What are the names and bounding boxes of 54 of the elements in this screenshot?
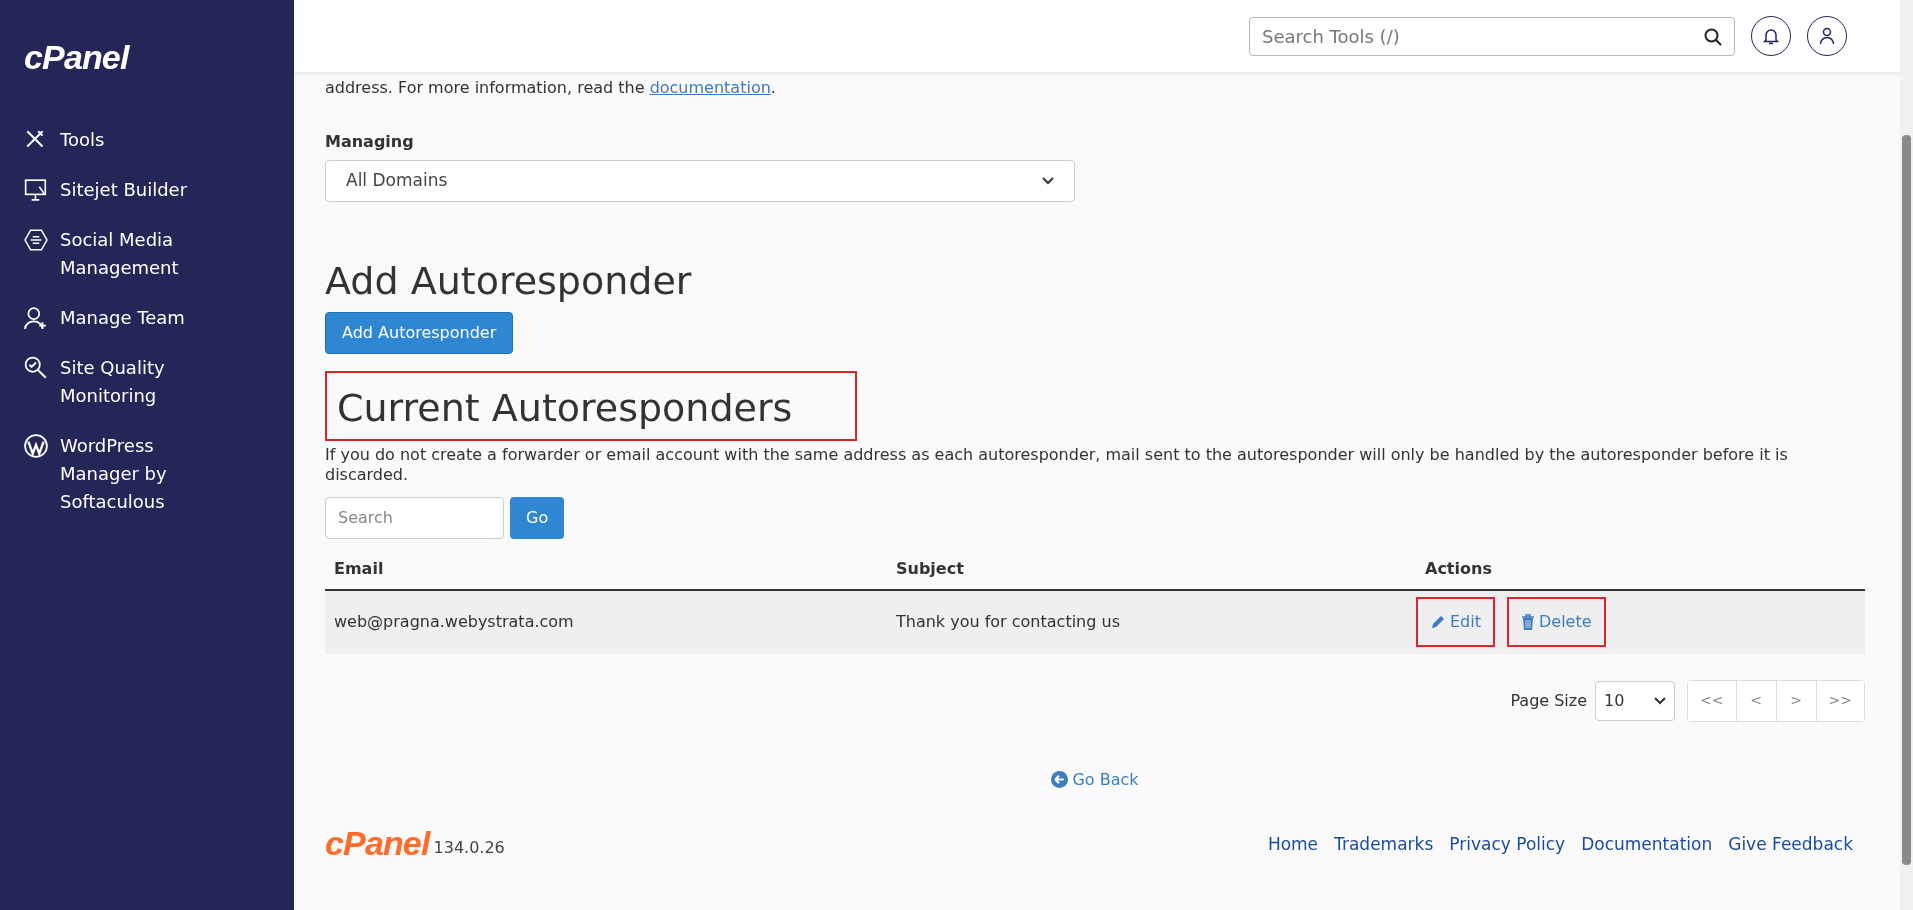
sidebar-item[interactable]: Sitejet Builder xyxy=(24,176,270,204)
go-back-link[interactable]: Go Back xyxy=(1051,767,1139,792)
description-text: If you do not create a forwarder or email account with the same address as each autoresponder, mail sent to the autoresponder will only be handled by the autoresponder before it is discarded. xyxy=(325,444,1789,485)
edit-link[interactable]: Edit xyxy=(1416,597,1495,647)
table-cell: web@pragna.webystrata.com xyxy=(325,589,887,654)
pencil-icon xyxy=(1430,614,1446,630)
cpanel-logo: cPanel xyxy=(325,825,430,860)
user-icon xyxy=(1819,27,1835,45)
search-icon xyxy=(1703,26,1723,47)
column-header: Email xyxy=(325,548,887,590)
search-tools-field[interactable]: Search Tools (/) xyxy=(1249,16,1735,56)
table-cell: Thank you for contacting us xyxy=(887,589,1416,654)
managing-label: Managing xyxy=(325,131,415,153)
back-arrow-icon xyxy=(1051,771,1069,788)
sidebar-item[interactable]: Manage Team xyxy=(24,304,270,332)
bell-icon xyxy=(1763,27,1779,45)
search-field[interactable]: Search xyxy=(325,496,504,539)
chevron-down-icon xyxy=(1042,177,1054,185)
column-header: Subject xyxy=(887,548,1416,590)
chevron-down-icon xyxy=(1654,696,1667,705)
footer-link[interactable]: Home xyxy=(1267,832,1319,858)
sidebar-item[interactable]: Tools xyxy=(24,126,270,154)
cpanel-logo[interactable]: cPanel xyxy=(24,40,129,74)
delete-link[interactable]: Delete xyxy=(1507,597,1606,647)
sidebar-item[interactable]: Social Media Management xyxy=(24,226,270,282)
section-heading: Add Autoresponder xyxy=(325,258,693,305)
wordpress-icon xyxy=(24,434,48,458)
sidebar-item[interactable]: WordPress Manager by Softaculous xyxy=(24,432,270,516)
column-header: Actions xyxy=(1416,548,1865,590)
page-size-label: Page Size xyxy=(1510,689,1588,712)
page-size-select[interactable]: 10 xyxy=(1595,680,1676,721)
sidebar-item[interactable]: Site Quality Monitoring xyxy=(24,354,270,410)
intro-text: address. For more information, read the documentation. xyxy=(325,77,777,99)
section-heading: Current Autoresponders xyxy=(337,385,793,432)
trash-icon xyxy=(1521,614,1535,630)
footer-link[interactable]: Give Feedback xyxy=(1728,832,1853,858)
version-text: 134.0.26 xyxy=(433,836,505,859)
monitor-pen-icon xyxy=(24,178,48,202)
pager-button[interactable]: > xyxy=(1775,680,1816,721)
domain-select[interactable]: All Domains xyxy=(325,160,1075,202)
hexagon-icon xyxy=(24,228,48,252)
add-autoresponder-button[interactable]: Add Autoresponder xyxy=(325,311,514,354)
select-value: 10 xyxy=(1604,689,1625,712)
user-plus-icon xyxy=(24,306,48,330)
go-button[interactable]: Go xyxy=(510,496,565,539)
footer-link[interactable]: Documentation xyxy=(1581,832,1713,858)
pager-button[interactable]: < xyxy=(1735,680,1776,721)
footer-link[interactable]: Trademarks xyxy=(1334,832,1434,858)
pager-button[interactable]: >> xyxy=(1815,680,1864,721)
select-value: All Domains xyxy=(346,169,448,193)
pager-button[interactable]: << xyxy=(1688,680,1736,721)
magnifier-check-icon xyxy=(24,356,48,380)
footer-link[interactable]: Privacy Policy xyxy=(1449,832,1566,858)
documentation-link[interactable]: documentation xyxy=(649,78,771,97)
